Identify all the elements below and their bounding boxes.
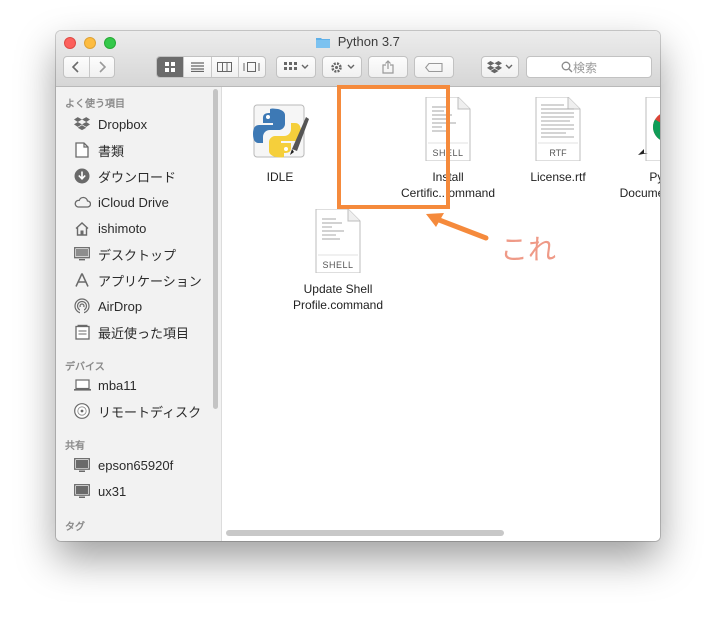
sidebar-header-devices: デバイス <box>65 362 105 373</box>
sidebar-item-label: 書類 <box>98 143 125 159</box>
sidebar-header-shared: 共有 <box>65 441 85 452</box>
monitor-icon <box>73 456 91 474</box>
file-name: Update Shell <box>303 282 373 296</box>
sidebar-item-downloads[interactable]: ダウンロード <box>73 165 176 187</box>
sidebar-item-label: AirDrop <box>98 298 143 314</box>
dropbox-button[interactable] <box>481 56 519 78</box>
chevron-down-icon <box>505 64 513 69</box>
shell-script-icon: SHELL <box>306 208 370 274</box>
dropbox-icon <box>73 115 91 133</box>
list-icon <box>190 62 204 72</box>
home-icon <box>73 219 91 237</box>
file-name-line2: Docume...ion.html <box>619 186 660 200</box>
gear-icon <box>330 61 342 73</box>
sidebar-item-label: ux31 <box>98 483 127 499</box>
file-name: Python <box>649 170 660 184</box>
chevron-left-icon <box>72 61 79 73</box>
columns-icon <box>217 62 233 72</box>
disc-icon <box>73 402 91 420</box>
download-icon <box>73 167 91 185</box>
sidebar-item-home[interactable]: ishimoto <box>73 217 146 239</box>
action-button[interactable] <box>322 56 362 78</box>
sidebar-item-label: ダウンロード <box>98 169 177 185</box>
idle-app-icon <box>248 97 312 161</box>
icon-view-button[interactable] <box>157 57 185 77</box>
window-title-area: Python 3.7 <box>56 34 660 49</box>
nav-buttons <box>63 56 115 78</box>
dropbox-icon <box>487 60 502 73</box>
window-title: Python 3.7 <box>337 34 400 49</box>
sidebar-item-epson65920f[interactable]: epson65920f <box>73 454 173 476</box>
file-type-badge: SHELL <box>322 260 354 270</box>
sidebar-header-favorites: よく使う項目 <box>65 99 125 110</box>
view-mode-segment <box>156 56 266 78</box>
sidebar-item-recents[interactable]: 最近使った項目 <box>73 321 189 343</box>
sidebar-item-airdrop[interactable]: AirDrop <box>73 295 142 317</box>
sidebar-item-desktop[interactable]: デスクトップ <box>73 243 176 265</box>
sidebar-item-icloud-drive[interactable]: iCloud Drive <box>73 191 169 213</box>
annotation-label: これ <box>500 233 557 266</box>
annotation-arrow-icon <box>426 213 489 241</box>
list-view-button[interactable] <box>184 57 212 77</box>
file-item-update-shell-profile[interactable]: SHELL Update Shell Profile.command <box>283 208 393 313</box>
monitor-icon <box>73 482 91 500</box>
sidebar-item-label: mba11 <box>98 377 137 393</box>
sidebar: よく使う項目 Dropbox 書類 ダウンロード iCloud Drive is… <box>56 87 222 541</box>
chrome-html-icon <box>636 96 660 162</box>
recents-icon <box>73 323 91 341</box>
cloud-icon <box>73 193 91 211</box>
share-button[interactable] <box>368 56 408 78</box>
gallery-view-button[interactable] <box>239 57 265 77</box>
file-name-line2: Profile.command <box>292 298 384 312</box>
horizontal-scrollbar[interactable] <box>226 530 504 536</box>
grid-icon <box>164 61 175 72</box>
file-type-badge: RTF <box>549 148 567 158</box>
title-bar: Python 3.7 検索 <box>56 31 660 87</box>
search-icon <box>561 61 573 73</box>
file-name: License.rtf <box>530 170 586 184</box>
sidebar-item-label: リモートディスク <box>98 404 202 420</box>
file-item-idle[interactable]: IDLE <box>225 97 335 185</box>
sidebar-item-label: 最近使った項目 <box>98 325 190 341</box>
rtf-document-icon: RTF <box>526 96 590 162</box>
sidebar-item-label: アプリケーション <box>98 273 202 289</box>
file-item-python-documentation[interactable]: Python Docume...ion.html <box>613 96 660 201</box>
desktop-icon <box>73 245 91 263</box>
documents-icon <box>73 141 91 159</box>
file-item-license-rtf[interactable]: RTF License.rtf <box>503 96 613 185</box>
sidebar-item-label: epson65920f <box>98 457 174 473</box>
chevron-down-icon <box>301 64 308 69</box>
sidebar-scrollbar[interactable] <box>213 89 218 409</box>
column-view-button[interactable] <box>212 57 239 77</box>
search-placeholder: 検索 <box>573 60 598 75</box>
sidebar-item-applications[interactable]: アプリケーション <box>73 269 202 291</box>
sidebar-item-label: デスクトップ <box>98 247 177 263</box>
sidebar-item-documents[interactable]: 書類 <box>73 139 124 161</box>
search-field[interactable]: 検索 <box>526 56 652 78</box>
chevron-down-icon <box>347 64 354 69</box>
sidebar-item-label: Dropbox <box>98 116 148 132</box>
sidebar-item-label: iCloud Drive <box>98 194 169 210</box>
sidebar-header-tags: タグ <box>65 522 85 533</box>
laptop-icon <box>73 376 91 394</box>
share-icon <box>382 60 394 74</box>
tag-icon <box>425 62 443 72</box>
sidebar-item-mba11[interactable]: mba11 <box>73 374 137 396</box>
annotation-highlight-box <box>337 85 450 209</box>
forward-button[interactable] <box>90 57 115 77</box>
airdrop-icon <box>73 297 91 315</box>
coverflow-icon <box>243 62 260 72</box>
arrange-grid-icon <box>283 62 297 70</box>
back-button[interactable] <box>64 57 90 77</box>
sidebar-item-ux31[interactable]: ux31 <box>73 480 126 502</box>
chevron-right-icon <box>99 61 106 73</box>
sidebar-item-remote-disc[interactable]: リモートディスク <box>73 400 201 422</box>
applications-icon <box>73 271 91 289</box>
sidebar-item-dropbox[interactable]: Dropbox <box>73 113 147 135</box>
folder-icon <box>316 38 331 48</box>
file-name: IDLE <box>266 170 294 184</box>
arrange-button[interactable] <box>276 56 316 78</box>
sidebar-item-label: ishimoto <box>98 220 147 236</box>
edit-tags-button[interactable] <box>414 56 454 78</box>
